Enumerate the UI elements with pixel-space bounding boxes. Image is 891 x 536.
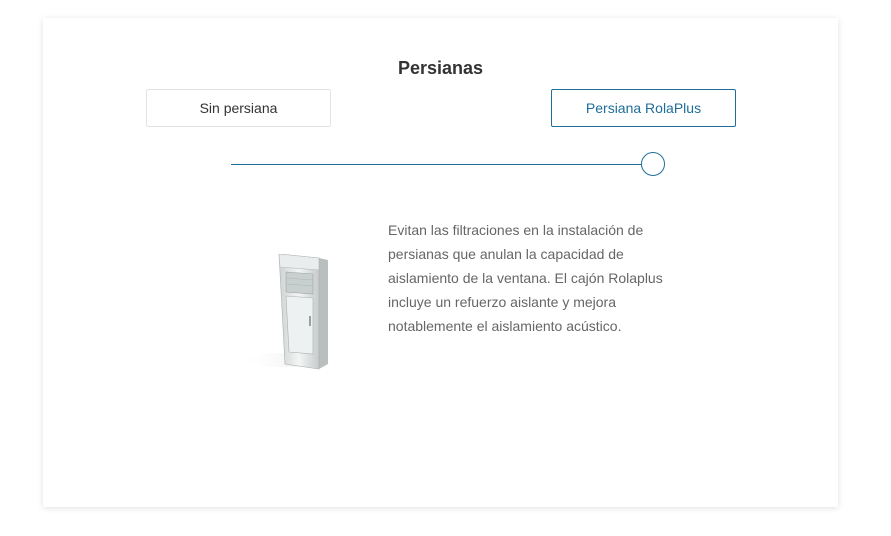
option-persiana-rolaplus-button[interactable]: Persiana RolaPlus [551,89,736,127]
option-slider-thumb[interactable] [641,152,665,176]
window-with-shutter-image [233,253,333,374]
section-title: Persianas [397,58,484,78]
option-slider-track[interactable] [231,164,643,165]
option-sin-persiana-button[interactable]: Sin persiana [146,89,331,127]
option-description: Evitan las filtraciones en la instalació… [388,222,663,334]
persianas-card: Persianas Sin persiana Persiana RolaPlus [43,18,838,507]
